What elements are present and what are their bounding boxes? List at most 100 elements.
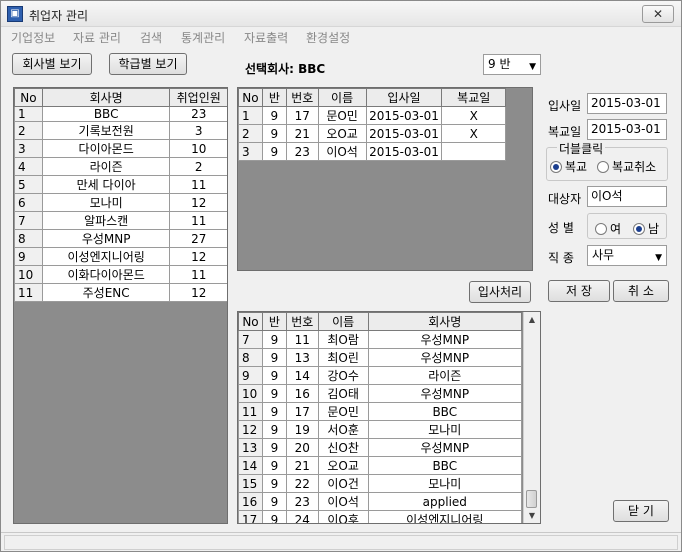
table-cell: 3 <box>238 142 263 161</box>
table-row[interactable]: 10 9 16 김O태 우성MNP <box>238 384 523 403</box>
table-cell: 3 <box>14 139 43 158</box>
table-row[interactable]: 8 우성MNP 27 <box>14 229 227 248</box>
table-row[interactable]: 1 9 17 문O민 2015-03-01 X <box>238 106 506 125</box>
col-header-company[interactable]: 회사명 <box>367 312 523 331</box>
table-row[interactable]: 11 9 17 문O민 BBC <box>238 402 523 421</box>
table-cell: 이O후 <box>317 510 369 523</box>
table-cell: 21 <box>285 124 319 143</box>
table-row[interactable]: 5 만세 다이아 11 <box>14 175 227 194</box>
table-cell: 2 <box>169 157 227 176</box>
return-cancel-radio[interactable]: 복교취소 <box>597 158 656 175</box>
table-cell: 5 <box>14 175 43 194</box>
close-window-button[interactable]: ✕ <box>642 5 674 23</box>
table-cell: 최O린 <box>317 348 369 367</box>
table-cell: 23 <box>169 106 227 122</box>
col-header-hire-date[interactable]: 입사일 <box>365 88 443 107</box>
col-header-no[interactable]: No <box>238 312 263 331</box>
close-button[interactable]: 닫 기 <box>613 500 669 522</box>
male-radio[interactable]: 남 <box>633 220 659 237</box>
col-header-class[interactable]: 반 <box>261 88 287 107</box>
target-input[interactable]: 이O석 <box>587 186 667 207</box>
table-cell: 9 <box>261 492 287 511</box>
menu-print[interactable]: 자료출력 <box>244 29 288 46</box>
table-cell: 김O태 <box>317 384 369 403</box>
menu-search[interactable]: 검색 <box>140 29 162 46</box>
student-grid-scrollbar[interactable]: ▲ ▼ <box>523 312 540 523</box>
table-row[interactable]: 2 기록보전원 3 <box>14 121 227 140</box>
table-cell: 강O수 <box>317 366 369 385</box>
menu-settings[interactable]: 환경설정 <box>306 29 350 46</box>
table-row[interactable]: 1 BBC 23 <box>14 106 227 122</box>
radio-selected-icon <box>633 222 645 235</box>
job-select-value: 사무 <box>592 248 615 262</box>
table-cell: 14 <box>238 456 263 475</box>
female-radio[interactable]: 여 <box>595 220 621 237</box>
scroll-up-icon[interactable]: ▲ <box>524 312 540 327</box>
table-row[interactable]: 9 이성엔지니어링 12 <box>14 247 227 266</box>
col-header-name[interactable]: 이름 <box>317 88 367 107</box>
table-row[interactable]: 10 이화다이아몬드 11 <box>14 265 227 284</box>
table-cell: 6 <box>14 193 43 212</box>
table-row[interactable]: 12 9 19 서O훈 모나미 <box>238 420 523 439</box>
scroll-down-icon[interactable]: ▼ <box>524 508 540 523</box>
table-row[interactable]: 8 9 13 최O린 우성MNP <box>238 348 523 367</box>
hire-date-input[interactable]: 2015-03-01 <box>587 93 667 114</box>
target-label: 대상자 <box>548 192 582 206</box>
by-company-button[interactable]: 회사별 보기 <box>12 53 92 75</box>
save-button[interactable]: 저 장 <box>548 280 610 302</box>
table-row[interactable]: 15 9 22 이O건 모나미 <box>238 474 523 493</box>
col-header-count[interactable]: 취업인원 <box>169 88 227 107</box>
table-row[interactable]: 9 9 14 강O수 라이즌 <box>238 366 523 385</box>
class-select[interactable]: 9 반 ▼ <box>483 54 541 75</box>
table-cell: 4 <box>14 157 43 176</box>
return-radio[interactable]: 복교 <box>550 158 587 175</box>
hire-date-label: 입사일 <box>548 99 582 113</box>
table-cell: 12 <box>169 193 227 212</box>
by-class-button[interactable]: 학급별 보기 <box>109 53 187 75</box>
table-cell: 9 <box>261 384 287 403</box>
radio-selected-icon <box>550 160 562 173</box>
menu-statistics[interactable]: 통계관리 <box>181 29 225 46</box>
table-cell: 9 <box>261 438 287 457</box>
job-select[interactable]: 사무 ▼ <box>587 245 667 266</box>
table-cell: 3 <box>169 121 227 140</box>
table-cell: 이화다이아몬드 <box>41 265 171 284</box>
student-grid[interactable]: No 반 번호 이름 회사명 7 9 11 최O람 우성MNP 8 9 13 최O린 우성MNP 9… <box>237 311 541 524</box>
table-cell: 11 <box>169 175 227 194</box>
col-header-no[interactable]: No <box>14 88 43 107</box>
table-row[interactable]: 17 9 24 이O후 이성엔지니어링 <box>238 510 523 523</box>
table-row[interactable]: 14 9 21 오O교 BBC <box>238 456 523 475</box>
table-row[interactable]: 6 모나미 12 <box>14 193 227 212</box>
table-row[interactable]: 7 알파스캔 11 <box>14 211 227 230</box>
table-row[interactable]: 2 9 21 오O교 2015-03-01 X <box>238 124 506 143</box>
table-row[interactable]: 13 9 20 신O찬 우성MNP <box>238 438 523 457</box>
col-header-return-date[interactable]: 복교일 <box>441 88 506 107</box>
table-cell: 23 <box>285 492 319 511</box>
col-header-number[interactable]: 번호 <box>285 312 319 331</box>
col-header-company[interactable]: 회사명 <box>41 88 171 107</box>
cancel-button[interactable]: 취 소 <box>613 280 669 302</box>
company-grid[interactable]: No 회사명 취업인원 1 BBC 23 2 기록보전원 3 3 다이아몬드 10 4 라이즌 2 5 만… <box>13 87 228 524</box>
hire-process-button[interactable]: 입사처리 <box>469 281 531 303</box>
table-row[interactable]: 11 주성ENC 12 <box>14 283 227 302</box>
table-row[interactable]: 3 9 23 이O석 2015-03-01 <box>238 142 506 161</box>
table-cell: 이O석 <box>317 142 367 161</box>
table-row[interactable]: 16 9 23 이O석 applied <box>238 492 523 511</box>
col-header-no[interactable]: No <box>238 88 263 107</box>
employee-grid[interactable]: No 반 번호 이름 입사일 복교일 1 9 17 문O민 2015-03-01 X 2 9 2… <box>237 87 533 271</box>
table-row[interactable]: 7 9 11 최O람 우성MNP <box>238 330 523 349</box>
table-cell: BBC <box>367 456 523 475</box>
return-date-input[interactable]: 2015-03-01 <box>587 119 667 140</box>
col-header-name[interactable]: 이름 <box>317 312 369 331</box>
table-row[interactable]: 3 다이아몬드 10 <box>14 139 227 158</box>
table-cell: 14 <box>285 366 319 385</box>
table-cell: 11 <box>169 211 227 230</box>
table-cell: 문O민 <box>317 402 369 421</box>
menu-company-info[interactable]: 기업정보 <box>11 29 55 46</box>
col-header-number[interactable]: 번호 <box>285 88 319 107</box>
gender-label: 성 별 <box>548 221 574 235</box>
menu-data-management[interactable]: 자료 관리 <box>73 29 121 46</box>
table-row[interactable]: 4 라이즌 2 <box>14 157 227 176</box>
col-header-class[interactable]: 반 <box>261 312 287 331</box>
scroll-thumb[interactable] <box>526 490 537 508</box>
